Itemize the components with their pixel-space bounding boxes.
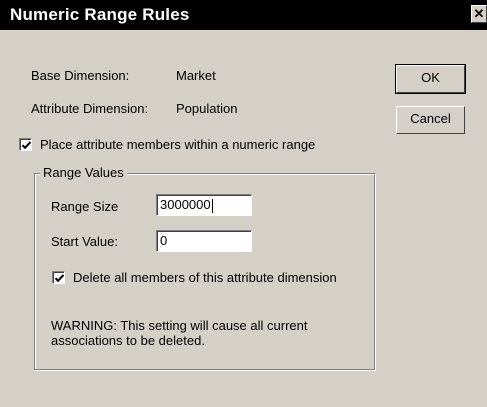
place-within-range-checkbox[interactable] (19, 138, 32, 151)
checkmark-icon (21, 141, 32, 150)
delete-members-label[interactable]: Delete all members of this attribute dim… (73, 270, 337, 285)
warning-line-2: associations to be deleted. (51, 333, 205, 348)
range-size-input[interactable]: 3000000 (156, 194, 252, 216)
close-icon: ✕ (473, 6, 485, 21)
delete-members-checkbox[interactable] (52, 271, 65, 284)
title-bar: Numeric Range Rules ✕ (0, 0, 487, 30)
start-value-label: Start Value: (51, 234, 118, 249)
dialog-title: Numeric Range Rules (10, 5, 190, 24)
warning-line-1: WARNING: This setting will cause all cur… (51, 318, 308, 333)
base-dimension-label: Base Dimension: (31, 68, 130, 83)
attribute-dimension-label: Attribute Dimension: (31, 101, 149, 116)
start-value-value: 0 (160, 233, 168, 248)
place-within-range-label[interactable]: Place attribute members within a numeric… (40, 137, 315, 152)
range-values-group-title: Range Values (40, 165, 127, 180)
close-button[interactable]: ✕ (471, 5, 487, 23)
numeric-range-rules-dialog: Numeric Range Rules ✕ Base Dimension: Ma… (0, 0, 487, 407)
checkmark-icon (54, 274, 65, 283)
range-size-value: 3000000 (160, 197, 211, 212)
cancel-button[interactable]: Cancel (396, 106, 465, 134)
ok-button[interactable]: OK (395, 64, 466, 94)
attribute-dimension-value: Population (176, 101, 238, 116)
base-dimension-value: Market (176, 68, 216, 83)
range-size-label: Range Size (51, 199, 119, 214)
text-caret (211, 198, 213, 213)
start-value-input[interactable]: 0 (156, 230, 252, 252)
